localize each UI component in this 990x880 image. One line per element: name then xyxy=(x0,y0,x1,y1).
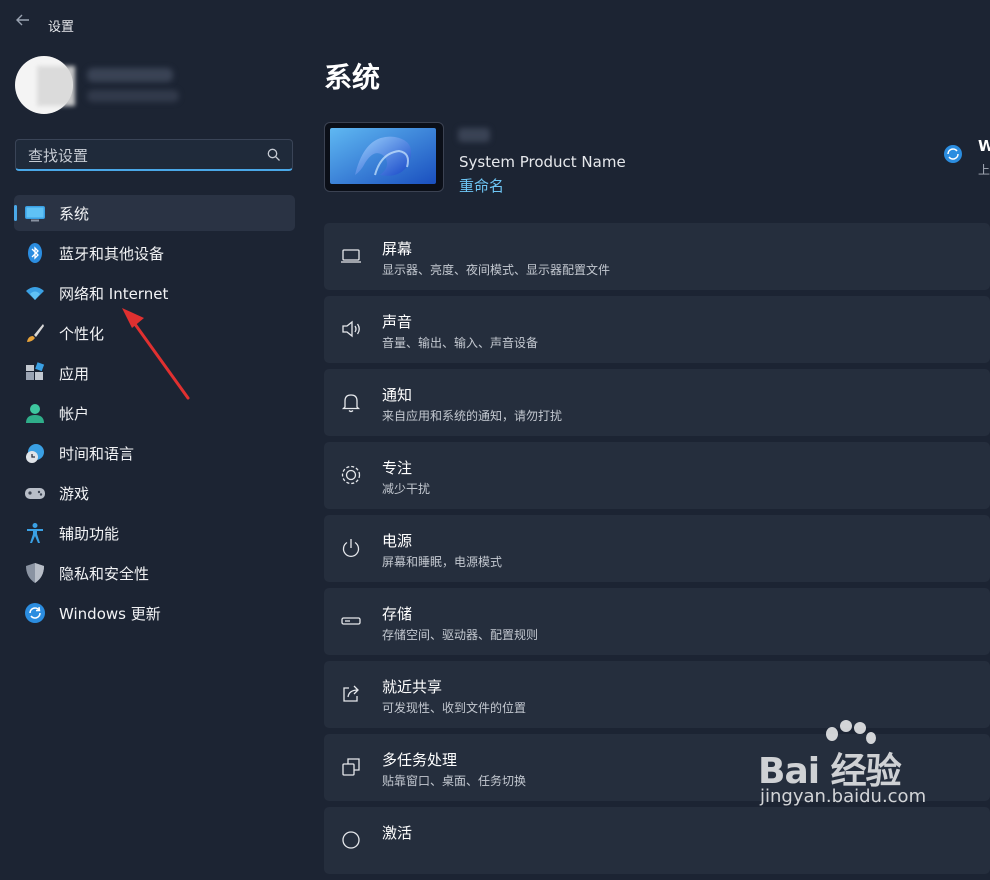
focus-icon xyxy=(341,465,361,485)
device-wallpaper-thumbnail xyxy=(324,122,444,192)
redacted-blur xyxy=(37,66,75,106)
storage-icon xyxy=(341,617,361,625)
card-title: 通知 xyxy=(382,386,413,404)
card-title: 就近共享 xyxy=(382,678,443,696)
card-subtitle: 屏幕和睡眠，电源模式 xyxy=(382,555,503,569)
sidebar-item-time-language[interactable]: 时间和语言 xyxy=(14,435,295,471)
monitor-icon xyxy=(24,202,46,224)
search-box[interactable] xyxy=(15,139,293,171)
page-title: 系统 xyxy=(324,61,381,94)
card-title: 多任务处理 xyxy=(382,751,458,769)
globe-clock-icon xyxy=(24,442,46,464)
multitask-icon xyxy=(342,758,360,776)
sidebar-item-accessibility[interactable]: 辅助功能 xyxy=(14,515,295,551)
redacted-device-name xyxy=(458,128,490,142)
sidebar-item-label: 时间和语言 xyxy=(59,444,135,463)
sidebar-item-system[interactable]: 系统 xyxy=(14,195,295,231)
card-title: 电源 xyxy=(382,532,413,550)
sidebar-nav: 系统 蓝牙和其他设备 网络和 Internet 个性化 应用 帐户 时间和语言 … xyxy=(14,195,295,635)
redacted-user-email xyxy=(87,90,179,102)
speaker-icon xyxy=(342,320,360,338)
card-subtitle: 音量、输出、输入、声音设备 xyxy=(382,336,539,350)
share-icon xyxy=(343,685,359,702)
windows-update-subtitle: 上 xyxy=(978,163,990,177)
card-title: 激活 xyxy=(382,824,413,842)
card-storage[interactable]: 存储 存储空间、驱动器、配置规则 xyxy=(324,588,990,655)
card-title: 存储 xyxy=(382,605,413,623)
app-title: 设置 xyxy=(48,20,75,35)
card-subtitle: 来自应用和系统的通知，请勿打扰 xyxy=(382,409,563,423)
bell-icon xyxy=(341,394,361,413)
watermark-url: jingyan.baidu.com xyxy=(760,786,927,807)
sidebar-item-label: 个性化 xyxy=(59,324,105,343)
rename-link[interactable]: 重命名 xyxy=(459,175,504,196)
sidebar-item-label: Windows 更新 xyxy=(59,604,161,623)
back-arrow-icon xyxy=(16,14,29,26)
bluetooth-icon xyxy=(24,242,46,264)
brush-icon xyxy=(24,322,46,344)
search-input[interactable] xyxy=(26,144,265,168)
sidebar-item-label: 帐户 xyxy=(59,404,90,423)
windows-update-status-icon xyxy=(944,145,962,163)
sidebar-item-label: 隐私和安全性 xyxy=(59,564,150,583)
sidebar-item-label: 辅助功能 xyxy=(59,524,120,543)
sidebar-item-windows-update[interactable]: Windows 更新 xyxy=(14,595,295,631)
card-display[interactable]: 屏幕 显示器、亮度、夜间模式、显示器配置文件 xyxy=(324,223,990,290)
card-subtitle: 存储空间、驱动器、配置规则 xyxy=(382,628,539,642)
shield-icon xyxy=(24,562,46,584)
accessibility-icon xyxy=(24,522,46,544)
card-nearby-sharing[interactable]: 就近共享 可发现性、收到文件的位置 xyxy=(324,661,990,728)
sidebar-item-privacy[interactable]: 隐私和安全性 xyxy=(14,555,295,591)
apps-icon xyxy=(24,362,46,384)
annotation-arrow xyxy=(122,308,190,400)
search-icon[interactable] xyxy=(266,147,282,163)
card-title: 声音 xyxy=(382,313,413,331)
card-sound[interactable]: 声音 音量、输出、输入、声音设备 xyxy=(324,296,990,363)
sidebar-item-gaming[interactable]: 游戏 xyxy=(14,475,295,511)
sidebar-item-label: 应用 xyxy=(59,364,90,383)
wifi-icon xyxy=(24,282,46,304)
activation-icon xyxy=(342,831,360,849)
active-indicator xyxy=(14,205,17,221)
sidebar-item-label: 系统 xyxy=(59,204,90,223)
sidebar-item-label: 游戏 xyxy=(59,484,90,503)
sidebar-item-label: 蓝牙和其他设备 xyxy=(59,244,165,263)
sidebar: 系统 蓝牙和其他设备 网络和 Internet 个性化 应用 xyxy=(0,48,310,830)
power-icon xyxy=(342,539,360,557)
title-bar: 设置 xyxy=(0,0,990,48)
card-title: 屏幕 xyxy=(382,240,413,258)
windows-update-title[interactable]: W xyxy=(978,137,990,155)
card-power[interactable]: 电源 屏幕和睡眠，电源模式 xyxy=(324,515,990,582)
sidebar-item-bluetooth[interactable]: 蓝牙和其他设备 xyxy=(14,235,295,271)
account-icon xyxy=(24,402,46,424)
card-focus[interactable]: 专注 减少干扰 xyxy=(324,442,990,509)
back-button[interactable] xyxy=(10,10,36,36)
card-notifications[interactable]: 通知 来自应用和系统的通知，请勿打扰 xyxy=(324,369,990,436)
device-model: System Product Name xyxy=(459,153,626,171)
update-icon xyxy=(24,602,46,624)
card-subtitle: 减少干扰 xyxy=(382,482,431,496)
redacted-user-name xyxy=(87,68,173,82)
main-content: 系统 System Product Name 重命名 W 上 屏幕 显示器、亮度… xyxy=(310,48,990,874)
card-title: 专注 xyxy=(382,459,413,477)
gamepad-icon xyxy=(24,482,46,504)
display-icon xyxy=(341,249,361,263)
card-subtitle: 贴靠窗口、桌面、任务切换 xyxy=(382,774,527,788)
user-profile[interactable] xyxy=(15,56,305,116)
card-subtitle: 可发现性、收到文件的位置 xyxy=(382,701,527,715)
watermark: Bai 经验 jingyan.baidu.com xyxy=(758,720,958,830)
card-subtitle: 显示器、亮度、夜间模式、显示器配置文件 xyxy=(382,263,611,277)
